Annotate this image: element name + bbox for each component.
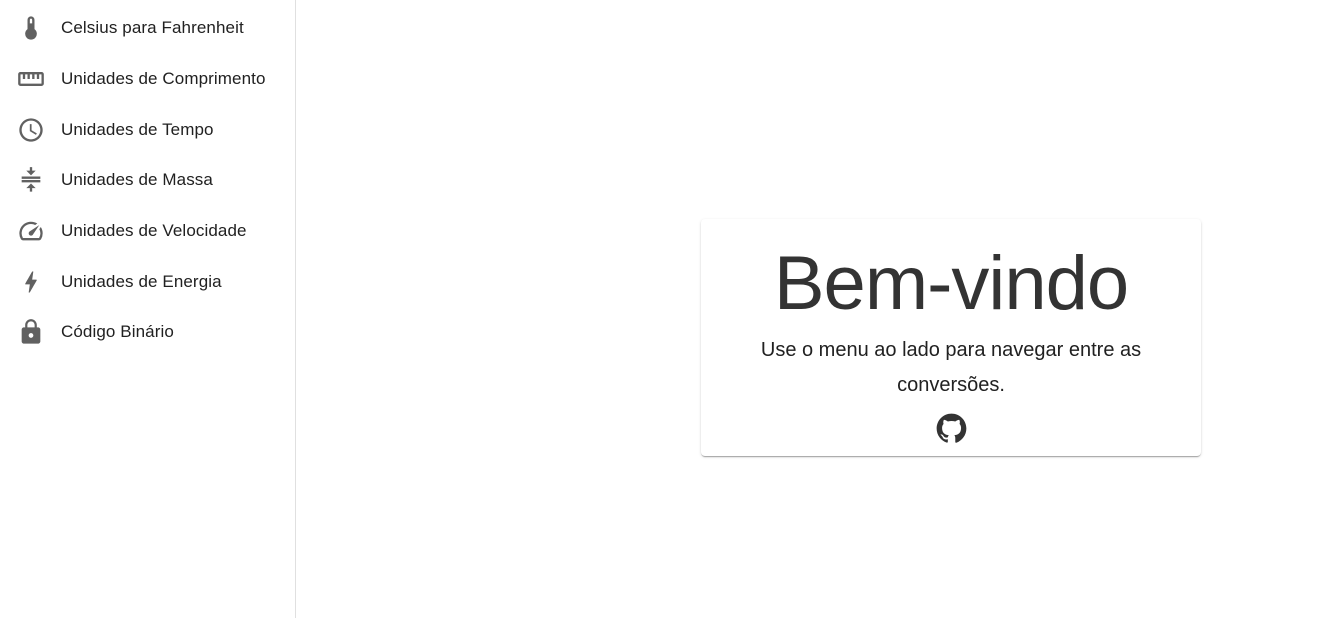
ruler-icon [16,64,46,94]
thermometer-icon [16,13,46,43]
sidebar-item-massa[interactable]: Unidades de Massa [0,155,295,206]
sidebar-item-label: Unidades de Massa [61,170,213,190]
welcome-title: Bem-vindo [773,241,1129,326]
sidebar-item-label: Celsius para Fahrenheit [61,18,244,38]
sidebar-item-velocidade[interactable]: Unidades de Velocidade [0,206,295,257]
nav-list: Celsius para Fahrenheit Unidades de Comp… [0,0,295,358]
sidebar-item-label: Código Binário [61,322,174,342]
main-content: Bem-vindo Use o menu ao lado para navega… [297,0,1330,618]
sidebar-item-energia[interactable]: Unidades de Energia [0,256,295,307]
lightning-bolt-icon [16,267,46,297]
sidebar-item-codigo-binario[interactable]: Código Binário [0,307,295,358]
sidebar-item-tempo[interactable]: Unidades de Tempo [0,104,295,155]
github-icon [936,413,966,443]
sidebar-item-label: Unidades de Tempo [61,119,214,139]
compress-icon [16,165,46,195]
lock-icon [16,317,46,347]
clock-icon [16,115,46,145]
speedometer-icon [16,216,46,246]
sidebar-item-label: Unidades de Comprimento [61,69,266,89]
github-link[interactable] [935,412,967,444]
sidebar-item-celsius-fahrenheit[interactable]: Celsius para Fahrenheit [0,3,295,54]
sidebar-item-label: Unidades de Velocidade [61,221,247,241]
sidebar: Celsius para Fahrenheit Unidades de Comp… [0,0,296,618]
sidebar-item-comprimento[interactable]: Unidades de Comprimento [0,54,295,105]
welcome-card: Bem-vindo Use o menu ao lado para navega… [701,219,1201,456]
app-root: Celsius para Fahrenheit Unidades de Comp… [0,0,1330,618]
welcome-text: Use o menu ao lado para navegar entre as… [760,339,1142,396]
sidebar-item-label: Unidades de Energia [61,271,222,291]
